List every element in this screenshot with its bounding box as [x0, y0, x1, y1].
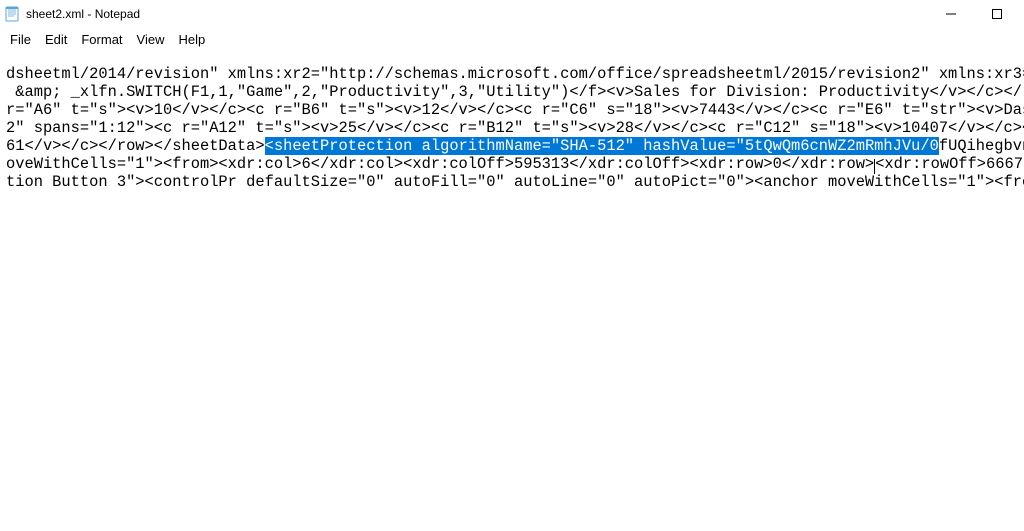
notepad-icon [4, 6, 20, 22]
text-line: fUQihegbvnRciujMaq7 [939, 137, 1024, 155]
text-line: 2" spans="1:12"><c r="A12" t="s"><v>25</… [6, 119, 1024, 137]
menu-file[interactable]: File [4, 30, 37, 49]
menu-view[interactable]: View [131, 30, 171, 49]
menu-bar: File Edit Format View Help [0, 28, 1024, 53]
minimize-button[interactable] [928, 0, 974, 28]
text-line: 61</v></c></row></sheetData> [6, 137, 265, 155]
text-selection: <sheetProtection algorithmName="SHA-512"… [265, 137, 939, 155]
text-line: tion Button 3"><controlPr defaultSize="0… [6, 173, 1024, 191]
text-line: oveWithCells="1"><from><xdr:col>6</xdr:c… [6, 155, 874, 173]
maximize-button[interactable] [974, 0, 1020, 28]
window-title: sheet2.xml - Notepad [26, 7, 140, 21]
window-controls [928, 0, 1020, 28]
menu-edit[interactable]: Edit [39, 30, 73, 49]
text-caret [874, 159, 875, 174]
editor-content[interactable]: dsheetml/2014/revision" xmlns:xr2="http:… [0, 53, 1024, 195]
menu-format[interactable]: Format [75, 30, 128, 49]
text-line: &amp; _xlfn.SWITCH(F1,1,"Game",2,"Produc… [6, 83, 1024, 101]
text-line: dsheetml/2014/revision" xmlns:xr2="http:… [6, 65, 1024, 83]
text-line: <xdr:rowOff>66675</xdr:row [875, 155, 1024, 173]
title-left: sheet2.xml - Notepad [4, 6, 140, 22]
title-bar: sheet2.xml - Notepad [0, 0, 1024, 28]
text-line: r="A6" t="s"><v>10</v></c><c r="B6" t="s… [6, 101, 1024, 119]
menu-help[interactable]: Help [172, 30, 211, 49]
